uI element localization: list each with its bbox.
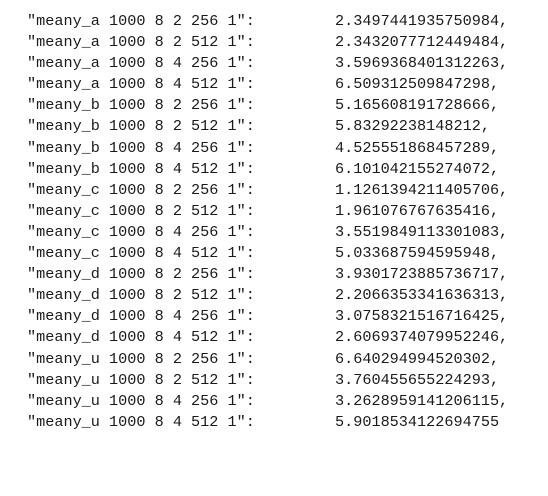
json-entry: "meany_c 1000 8 4 256 1": 3.551984911330… <box>27 222 537 243</box>
entry-value: 3.5969368401312263, <box>335 54 509 73</box>
entry-value: 2.2066353341636313, <box>335 286 509 305</box>
entry-key: "meany_c 1000 8 4 512 1": <box>27 244 255 263</box>
entry-key: "meany_c 1000 8 2 512 1": <box>27 201 255 220</box>
json-entry: "meany_u 1000 8 4 256 1": 3.262895914120… <box>27 391 537 412</box>
entry-value: 2.3432077712449484, <box>335 33 509 52</box>
entry-key: "meany_b 1000 8 4 256 1": <box>27 138 255 157</box>
json-entry: "meany_a 1000 8 2 512 1": 2.343207771244… <box>27 32 537 53</box>
entry-key: "meany_u 1000 8 2 512 1": <box>27 370 255 389</box>
entry-key: "meany_u 1000 8 2 256 1": <box>27 349 255 368</box>
json-entry: "meany_a 1000 8 4 256 1": 3.596936840131… <box>27 53 537 74</box>
entry-key: "meany_a 1000 8 4 256 1": <box>27 54 255 73</box>
entry-key: "meany_a 1000 8 2 512 1": <box>27 33 255 52</box>
json-entry: "meany_b 1000 8 4 512 1": 6.101042155274… <box>27 159 537 180</box>
json-entry: "meany_b 1000 8 2 512 1": 5.832922381482… <box>27 116 537 137</box>
json-entry: "meany_c 1000 8 2 256 1": 1.126139421140… <box>27 180 537 201</box>
json-entry: "meany_d 1000 8 4 256 1": 3.075832151671… <box>27 306 537 327</box>
json-entry: "meany_u 1000 8 4 512 1": 5.901853412269… <box>27 412 537 433</box>
entry-value: 6.509312509847298, <box>335 75 500 94</box>
json-entry: "meany_a 1000 8 4 512 1": 6.509312509847… <box>27 74 537 95</box>
entry-value: 3.5519849113301083, <box>335 222 509 241</box>
json-entry: "meany_b 1000 8 4 256 1": 4.525551868457… <box>27 138 537 159</box>
entry-key: "meany_b 1000 8 4 512 1": <box>27 159 255 178</box>
json-entry: "meany_u 1000 8 2 256 1": 6.640294994520… <box>27 349 537 370</box>
entry-value: 5.9018534122694755 <box>335 412 500 431</box>
entry-value: 2.3497441935750984, <box>335 12 509 30</box>
json-entry: "meany_d 1000 8 4 512 1": 2.606937407995… <box>27 327 537 348</box>
entry-value: 5.83292238148212, <box>335 117 490 136</box>
entry-key: "meany_u 1000 8 4 256 1": <box>27 391 255 410</box>
entry-key: "meany_c 1000 8 4 256 1": <box>27 222 255 241</box>
entry-key: "meany_b 1000 8 2 256 1": <box>27 96 255 115</box>
entry-key: "meany_d 1000 8 2 512 1": <box>27 286 255 305</box>
entry-value: 1.1261394211405706, <box>335 180 509 199</box>
json-entry: "meany_d 1000 8 2 512 1": 2.206635334163… <box>27 285 537 306</box>
json-entry: "meany_u 1000 8 2 512 1": 3.760455655224… <box>27 370 537 391</box>
json-entry: "meany_a 1000 8 2 256 1": 2.349744193575… <box>27 11 537 32</box>
entry-key: "meany_a 1000 8 4 512 1": <box>27 75 255 94</box>
entry-value: 6.640294994520302, <box>335 349 500 368</box>
entry-value: 4.525551868457289, <box>335 138 500 157</box>
entry-key: "meany_d 1000 8 4 256 1": <box>27 307 255 326</box>
json-entry: "meany_c 1000 8 4 512 1": 5.033687594595… <box>27 243 537 264</box>
entry-value: 3.0758321516716425, <box>335 307 509 326</box>
entry-key: "meany_u 1000 8 4 512 1": <box>27 412 255 431</box>
entry-key: "meany_d 1000 8 4 512 1": <box>27 328 255 347</box>
json-entry: "meany_b 1000 8 2 256 1": 5.165608191728… <box>27 95 537 116</box>
entry-key: "meany_b 1000 8 2 512 1": <box>27 117 255 136</box>
entry-value: 3.2628959141206115, <box>335 391 509 410</box>
entry-key: "meany_d 1000 8 2 256 1": <box>27 265 255 284</box>
entry-value: 6.101042155274072, <box>335 159 500 178</box>
entry-value: 3.760455655224293, <box>335 370 500 389</box>
entry-value: 5.033687594595948, <box>335 244 500 263</box>
entry-key: "meany_c 1000 8 2 256 1": <box>27 180 255 199</box>
entry-value: 5.165608191728666, <box>335 96 500 115</box>
json-entry: "meany_d 1000 8 2 256 1": 3.930172388573… <box>27 264 537 285</box>
entry-value: 2.6069374079952246, <box>335 328 509 347</box>
json-entry: "meany_c 1000 8 2 512 1": 1.961076767635… <box>27 201 537 222</box>
entry-value: 3.9301723885736717, <box>335 265 509 284</box>
entry-key: "meany_a 1000 8 2 256 1": <box>27 12 255 30</box>
entry-value: 1.961076767635416, <box>335 201 500 220</box>
json-listing: "meany_a 1000 8 2 256 1": 2.349744193575… <box>27 11 537 433</box>
